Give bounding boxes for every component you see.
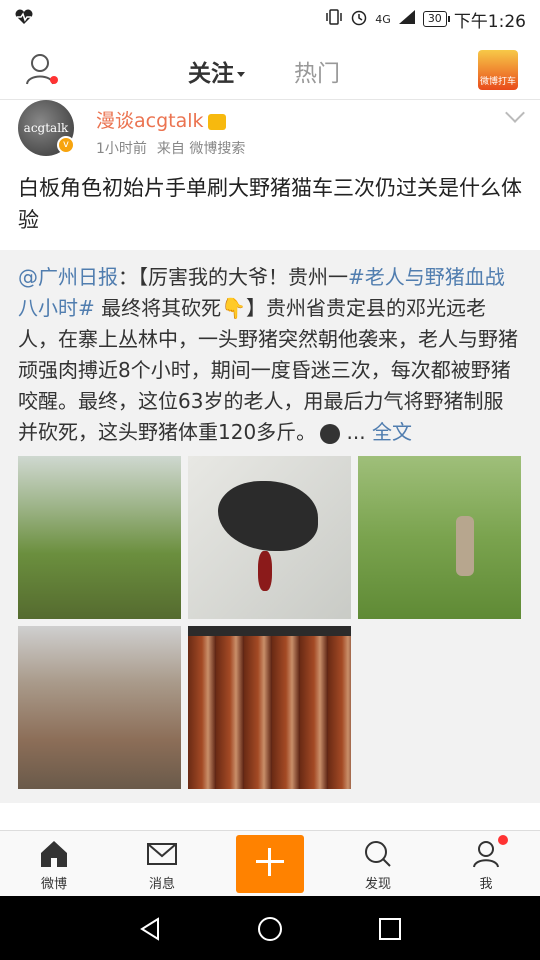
- taxi-button[interactable]: 微博打车: [478, 50, 518, 90]
- repost-area[interactable]: @广州日报：【厉害我的大爷！贵州一#老人与野猪血战八小时# 最终将其砍死👇】贵州…: [0, 250, 540, 803]
- search-icon: [362, 839, 394, 869]
- pointing-hand-icon: 👇: [221, 296, 247, 320]
- chevron-down-icon[interactable]: [505, 103, 525, 123]
- network-type: 4G: [375, 12, 391, 26]
- notification-dot: [498, 835, 508, 845]
- alarm-icon: [350, 8, 368, 31]
- plus-icon: [256, 848, 284, 876]
- top-nav: 关注 热门 微博打车: [0, 38, 540, 100]
- photo-cured-meat[interactable]: [188, 626, 351, 789]
- nav-message[interactable]: 消息: [127, 839, 197, 892]
- person-icon: [470, 835, 508, 869]
- envelope-icon: [146, 839, 178, 869]
- taxi-label: 微博打车: [479, 77, 516, 87]
- recents-icon[interactable]: [377, 916, 403, 942]
- notification-dot: [50, 76, 58, 84]
- weibo-post: acgtalk v 漫谈acgtalk 1小时前 来自 微博搜索 白板角色初始片手…: [0, 100, 540, 803]
- status-bar: 4G 30 下午1:26: [0, 0, 540, 38]
- bottom-nav: 微博 消息 发现 我: [0, 830, 540, 896]
- post-header: acgtalk v 漫谈acgtalk 1小时前 来自 微博搜索: [0, 100, 540, 164]
- nav-me[interactable]: 我: [451, 835, 521, 892]
- crown-icon: [207, 113, 226, 130]
- heartbeat-icon: [14, 9, 34, 30]
- post-source: 来自 微博搜索: [156, 141, 246, 157]
- home-circle-icon[interactable]: [257, 916, 283, 942]
- battery-indicator: 30: [422, 11, 450, 27]
- image-grid: [18, 456, 522, 789]
- photo-boar[interactable]: [188, 456, 351, 619]
- nav-discover[interactable]: 发现: [343, 839, 413, 892]
- back-icon[interactable]: [138, 916, 164, 942]
- system-nav-bar: [0, 896, 540, 960]
- repost-text: @广州日报：【厉害我的大爷！贵州一#老人与野猪血战八小时# 最终将其砍死👇】贵州…: [18, 265, 518, 444]
- photo-injured-man[interactable]: [18, 626, 181, 789]
- post-meta: 1小时前 来自 微博搜索: [96, 138, 245, 158]
- tab-follow[interactable]: 关注: [188, 54, 245, 88]
- nav-home[interactable]: 微博: [19, 839, 89, 892]
- home-icon: [38, 839, 70, 869]
- photo-man-field[interactable]: [358, 456, 521, 619]
- tab-hot[interactable]: 热门: [294, 54, 340, 88]
- author-name[interactable]: 漫谈acgtalk: [96, 106, 226, 133]
- clock: 下午1:26: [453, 11, 526, 32]
- compose-button[interactable]: [236, 835, 304, 893]
- vibrate-icon: [325, 8, 343, 30]
- post-text: 白板角色初始片手单刷大野猪猫车三次仍过关是什么体验: [18, 176, 522, 232]
- signal-icon: [398, 9, 416, 30]
- photo-forest[interactable]: [18, 456, 181, 619]
- profile-button[interactable]: [24, 52, 58, 86]
- mention-link[interactable]: @广州日报: [18, 265, 118, 289]
- caret-down-icon: [237, 72, 245, 77]
- verified-badge-icon: v: [57, 136, 75, 154]
- post-time: 1小时前: [96, 141, 147, 157]
- emoji-icon: [320, 423, 341, 444]
- full-text-link[interactable]: 全文: [372, 420, 412, 444]
